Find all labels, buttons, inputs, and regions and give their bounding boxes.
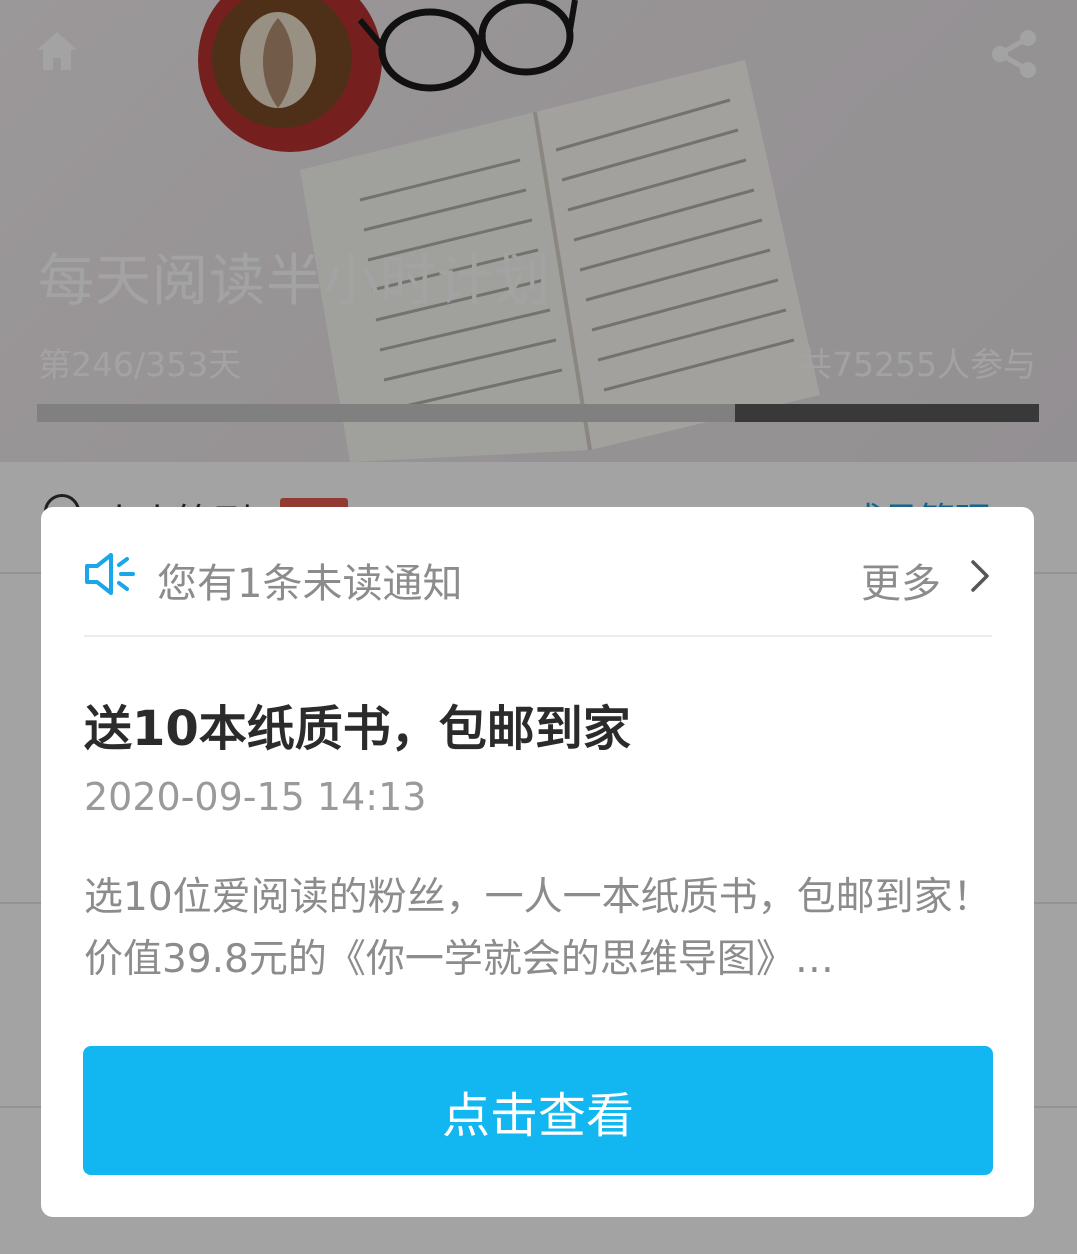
speaker-icon: [85, 553, 135, 595]
view-details-button[interactable]: 点击查看: [83, 1046, 993, 1175]
chevron-right-icon[interactable]: [969, 559, 991, 593]
notification-title: 送10本纸质书，包邮到家: [84, 701, 631, 757]
unread-notice-text: 您有1条未读通知: [157, 561, 463, 607]
notification-modal: 您有1条未读通知 更多 送10本纸质书，包邮到家 2020-09-15 14:1…: [41, 507, 1034, 1217]
modal-divider: [84, 635, 992, 637]
notification-timestamp: 2020-09-15 14:13: [84, 775, 427, 819]
more-link[interactable]: 更多: [861, 551, 941, 609]
notification-body: 选10位爱阅读的粉丝，一人一本纸质书，包邮到家！ 价值39.8元的《你一学就会的…: [84, 875, 992, 982]
